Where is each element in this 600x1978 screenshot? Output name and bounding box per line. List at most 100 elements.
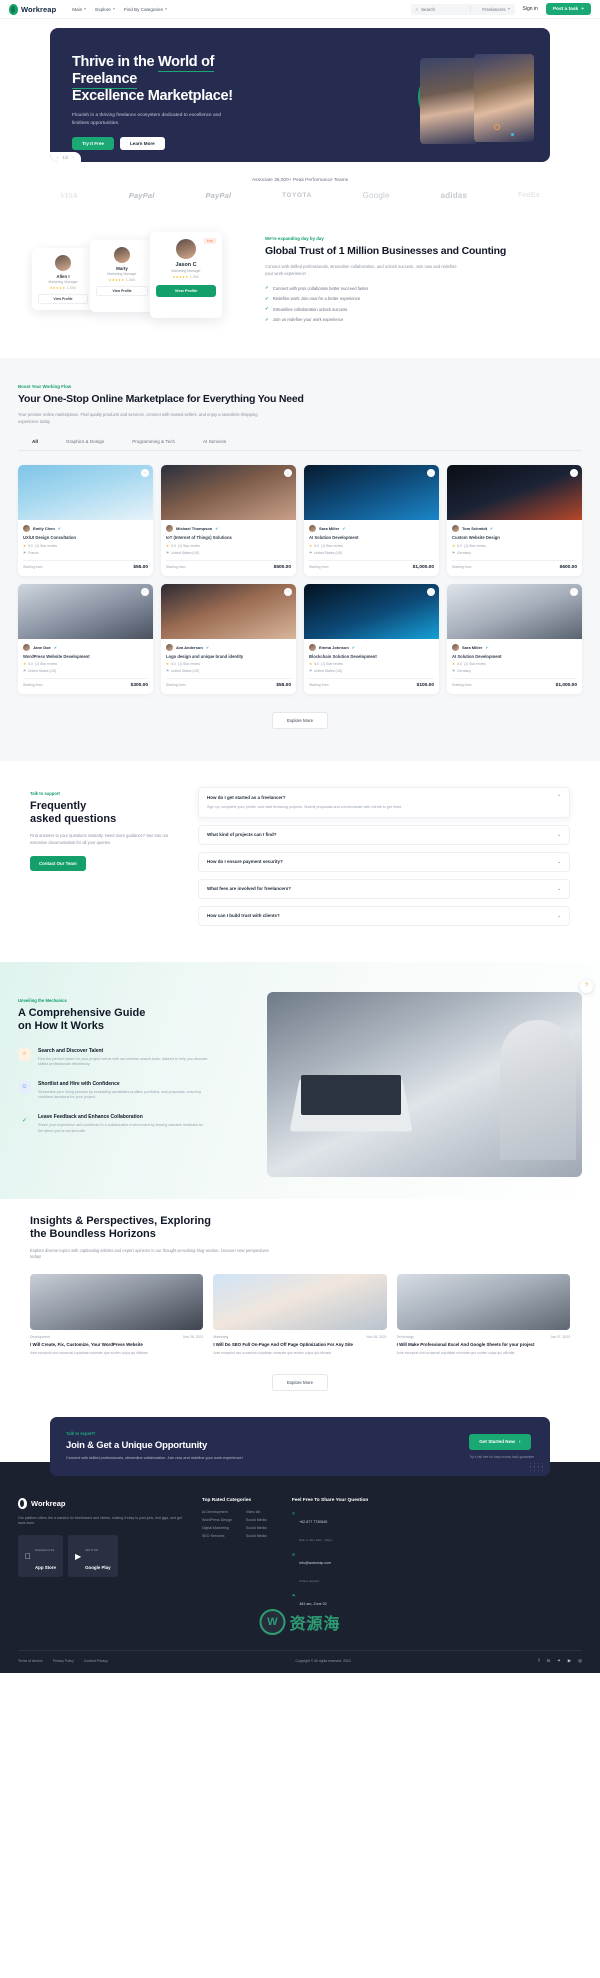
favorite-heart-icon[interactable]: ♡ [570, 469, 578, 477]
contact-value: +62 877 7730549 [299, 1520, 328, 1524]
chevron-up-icon[interactable]: ⌃ [557, 794, 561, 800]
favorite-heart-icon[interactable]: ♡ [427, 587, 435, 596]
help-floating-button[interactable]: ? [580, 979, 593, 993]
explore-more-gigs-button[interactable]: Explore More [271, 712, 329, 729]
footer-category-link[interactable]: Social Media [246, 1526, 276, 1530]
rating-value: 5.0 [28, 662, 33, 666]
faq-item[interactable]: What fees are involved for freelancers? … [198, 878, 570, 899]
favorite-heart-icon[interactable]: ♡ [141, 469, 149, 477]
gig-card[interactable]: ♡ Sara Miller ✔ AI Solution Development … [304, 465, 439, 576]
favorite-heart-icon[interactable]: ♡ [570, 587, 578, 596]
contact-our-team-button[interactable]: Contact Our Team [30, 856, 86, 871]
twitter-icon[interactable]: ✦ [557, 1658, 561, 1664]
contact-address[interactable]: ⚑ 481 am, Zone 02 United States [292, 1592, 369, 1628]
gig-card[interactable]: ♡ Ava Anderson ✔ Logo design and unique … [161, 583, 296, 694]
search-input[interactable] [421, 6, 468, 12]
brand-logo[interactable]: Workreap [9, 3, 56, 15]
blog-card[interactable]: Marketing Nov 26, 2021 I Will Do SEO Ful… [213, 1274, 387, 1356]
tab-all[interactable]: All [18, 439, 52, 450]
nav-item-main[interactable]: Main [72, 7, 87, 12]
signin-link[interactable]: Sign in [523, 6, 538, 12]
contact-email[interactable]: ✉ info@workreap.com Online support [292, 1551, 369, 1587]
terms-of-service-link[interactable]: Terms of service [18, 1659, 43, 1663]
post-a-task-button[interactable]: Post a task + [545, 3, 591, 15]
hero-banner: Thrive in the World of Freelance Excelle… [50, 28, 550, 162]
faq-question-row[interactable]: How do I ensure payment security? ⌄ [207, 859, 561, 865]
faq-item[interactable]: What kind of projects can I find? ⌄ [198, 824, 570, 845]
gig-card[interactable]: ♡ Emily Chen ✔ UX/UI Design Consultation… [18, 465, 153, 576]
footer-logo[interactable]: Workreap [18, 1498, 186, 1509]
chevron-down-icon[interactable]: ⌄ [557, 832, 561, 838]
avatar [114, 247, 130, 263]
divider [309, 678, 434, 679]
carousel-next-icon[interactable]: › [72, 155, 73, 160]
instagram-icon[interactable]: ◎ [578, 1658, 582, 1664]
gig-card[interactable]: ♡ Tom Schmidt ✔ Custom Website Design ★ … [447, 465, 582, 576]
view-profile-button[interactable]: View Profile [96, 286, 148, 296]
gig-price: Starting from $55.00 [23, 565, 148, 570]
privacy-policy-link[interactable]: Privacy Policy [53, 1659, 74, 1663]
bullet-label: Streamline collaboration unlock success [272, 306, 348, 312]
tab-programming-tech[interactable]: Programming & Tech [118, 439, 189, 450]
google-play-button[interactable]: ▶ GET IT ON Google Play [67, 1535, 118, 1578]
footer-category-link[interactable]: Social Media [246, 1534, 276, 1538]
search-scope-select[interactable]: Freelancers [482, 7, 510, 12]
blog-card[interactable]: Development Nov 26, 2021 I Will Create, … [30, 1274, 204, 1356]
learn-more-button[interactable]: Learn More [119, 137, 165, 150]
chevron-down-icon[interactable]: ⌄ [557, 886, 561, 892]
footer-category-link[interactable]: AI Development [202, 1510, 232, 1514]
faq-item[interactable]: How do I ensure payment security? ⌄ [198, 851, 570, 872]
faq-question-row[interactable]: What fees are involved for freelancers? … [207, 886, 561, 892]
location-label: United States (US) [314, 550, 343, 555]
search-box[interactable]: ⌕ Freelancers [410, 3, 515, 15]
favorite-heart-icon[interactable]: ♡ [141, 587, 149, 596]
freelancer-card[interactable]: Marty Marketing Manager ★★★★★ 1,050 View… [90, 240, 154, 312]
freelancer-card[interactable]: Allen I Marketing Manager ★★★★★ 1,050 Vi… [32, 248, 94, 310]
favorite-heart-icon[interactable]: ♡ [284, 469, 292, 477]
favorite-heart-icon[interactable]: ♡ [427, 469, 435, 477]
freelancer-card-featured[interactable]: TOP Jason C Marketing Manager ★★★★★ 1,05… [150, 232, 222, 318]
view-profile-button[interactable]: View Profile [156, 284, 216, 297]
store-big-label: Google Play [79, 1565, 110, 1571]
youtube-icon[interactable]: ▶ [568, 1658, 571, 1664]
chevron-down-icon[interactable]: ⌄ [557, 859, 561, 865]
gig-card[interactable]: ♡ Emma Johnson ✔ Blockchain Solution Dev… [304, 583, 439, 694]
footer-category-link[interactable]: SEO Services [202, 1534, 232, 1538]
footer-category-link[interactable]: Digital Marketing [202, 1526, 232, 1530]
footer-category-link[interactable]: Social Media [246, 1518, 276, 1522]
faq-item[interactable]: How can I build trust with clients? ⌄ [198, 905, 570, 926]
gig-card[interactable]: ♡ Jane Doe ✔ WordPress Website Developme… [18, 583, 153, 694]
thumbs-up-icon: ✓ [18, 1113, 31, 1127]
carousel-prev-icon[interactable]: ‹ [57, 155, 58, 160]
social-links: f in ✦ ▶ ◎ [538, 1658, 582, 1664]
content-privacy-link[interactable]: Content Privacy [84, 1659, 108, 1663]
linkedin-icon[interactable]: in [547, 1658, 550, 1664]
blog-card[interactable]: Technology Jan 07, 2023 I Will Make Prof… [396, 1274, 570, 1356]
rating-value: 5.0 [171, 662, 176, 666]
footer-category-link[interactable]: Video Art [246, 1510, 276, 1514]
nav-item-explore[interactable]: Explore [95, 7, 115, 12]
tab-graphics-design[interactable]: Graphics & Design [52, 439, 118, 450]
view-profile-button[interactable]: View Profile [38, 294, 88, 304]
faq-question-row[interactable]: How can I build trust with clients? ⌄ [207, 913, 561, 919]
blog-meta: Development Nov 26, 2021 [30, 1335, 203, 1339]
faq-item[interactable]: How do I get started as a freelancer? ⌃ … [198, 787, 570, 818]
nav-item-find-by-categories[interactable]: Find By Categories [124, 7, 167, 12]
faq-question-row[interactable]: How do I get started as a freelancer? ⌃ [207, 794, 561, 800]
explore-more-blog-button[interactable]: Explore More [271, 1374, 329, 1392]
try-it-free-button[interactable]: Try It Free [72, 137, 114, 150]
faq-question-row[interactable]: What kind of projects can I find? ⌄ [207, 832, 561, 838]
favorite-heart-icon[interactable]: ♡ [284, 587, 292, 596]
gig-card[interactable]: ♡ Michael Thompson ✔ IoT (Internet of Th… [161, 465, 296, 576]
gig-card[interactable]: ♡ Sara Miller ✔ AI Solution Development … [447, 583, 582, 694]
chevron-down-icon[interactable]: ⌄ [557, 913, 561, 919]
app-store-button[interactable]:  Download on the App Store [18, 1535, 63, 1578]
brand-logo-visa: VISA [60, 191, 78, 200]
facebook-icon[interactable]: f [538, 1658, 539, 1664]
get-started-now-button[interactable]: Get Started Now › [469, 1433, 531, 1450]
gig-rating: ★ 5.0 (1) Star review [452, 544, 577, 548]
contact-phone[interactable]: ✆ +62 877 7730549 Mon to Sun 9am - 10pm [292, 1510, 369, 1546]
tab-ai-services[interactable]: AI Services [189, 439, 240, 450]
post-a-task-label: Post a task [552, 6, 579, 12]
footer-category-link[interactable]: WordPress Design [202, 1518, 232, 1522]
